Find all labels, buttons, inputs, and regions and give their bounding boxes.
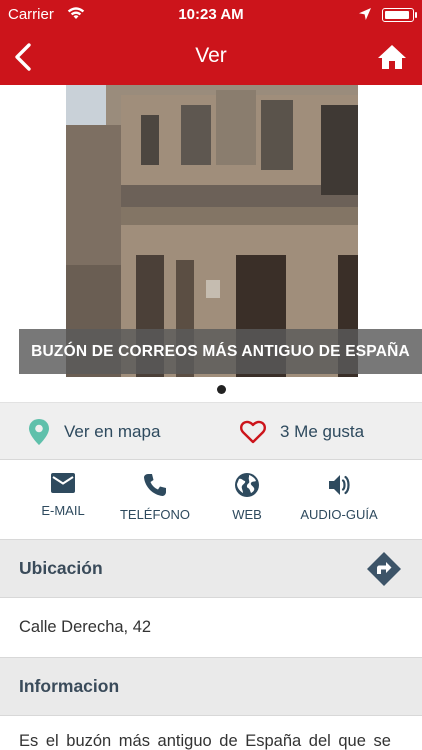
address-text: Calle Derecha, 42: [19, 618, 152, 636]
navigation-bar: Ver: [0, 30, 422, 85]
action-row: Ver en mapa 3 Me gusta: [0, 402, 422, 460]
page-title: Ver: [195, 44, 227, 67]
contact-row: E-MAIL TELÉFONO WEB AUDIO-GUÍA: [0, 460, 422, 540]
web-label: WEB: [232, 507, 262, 522]
page-indicator-dot[interactable]: [217, 385, 226, 394]
informacion-text: Es el buzón más antiguo de España del qu…: [19, 732, 391, 750]
phone-button[interactable]: TELÉFONO: [105, 472, 205, 522]
status-bar: Carrier 10:23 AM: [0, 0, 422, 30]
directions-icon[interactable]: [366, 551, 402, 587]
email-label: E-MAIL: [41, 503, 85, 518]
informacion-body: Es el buzón más antiguo de España del qu…: [0, 716, 422, 750]
email-button[interactable]: E-MAIL: [13, 472, 113, 518]
phone-label: TELÉFONO: [119, 507, 191, 522]
audio-guide-label: AUDIO-GUÍA: [300, 507, 378, 522]
map-pin-icon: [29, 419, 49, 445]
informacion-header: Informacion: [0, 658, 422, 716]
informacion-title: Informacion: [19, 676, 120, 696]
battery-icon: [382, 8, 417, 22]
ubicacion-header: Ubicación: [0, 540, 422, 598]
like-count-label: 3 Me gusta: [280, 422, 365, 441]
like-button[interactable]: 3 Me gusta: [240, 403, 364, 461]
email-icon: [51, 473, 75, 493]
audio-guide-button[interactable]: AUDIO-GUÍA: [289, 472, 389, 522]
battery-level: [385, 11, 409, 19]
heart-icon: [240, 420, 266, 444]
photo-gallery[interactable]: BUZÓN DE CORREOS MÁS ANTIGUO DE ESPAÑA: [0, 85, 422, 402]
web-button[interactable]: WEB: [197, 472, 297, 522]
ubicacion-title: Ubicación: [19, 558, 103, 578]
speaker-icon: [329, 475, 350, 495]
view-on-map-button[interactable]: Ver en mapa: [28, 403, 160, 461]
globe-icon: [235, 473, 259, 497]
phone-icon: [144, 474, 166, 496]
photo-caption: BUZÓN DE CORREOS MÁS ANTIGUO DE ESPAÑA: [19, 329, 422, 374]
ubicacion-body: Calle Derecha, 42: [0, 598, 422, 658]
location-arrow-icon: [359, 8, 371, 20]
home-icon[interactable]: [376, 41, 408, 73]
view-on-map-label: Ver en mapa: [64, 422, 161, 441]
